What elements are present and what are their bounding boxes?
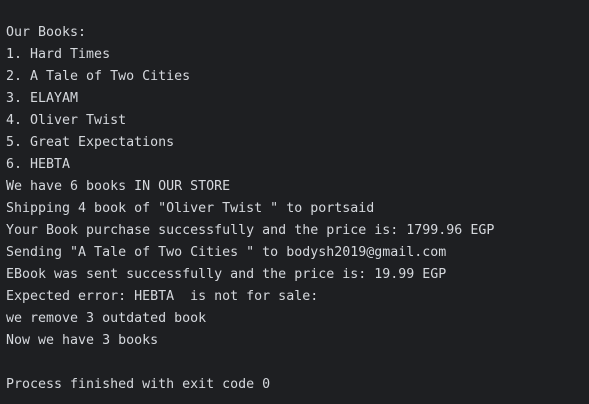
console-line: 5. Great Expectations: [6, 135, 175, 150]
console-line: Sending "A Tale of Two Cities " to bodys…: [6, 245, 447, 260]
console-line: Shipping 4 book of "Oliver Twist " to po…: [6, 201, 375, 216]
console-line: 2. A Tale of Two Cities: [6, 69, 191, 84]
console-line: We have 6 books IN OUR STORE: [6, 179, 231, 194]
console-line: 6. HEBTA: [6, 157, 71, 172]
console-line: EBook was sent successfully and the pric…: [6, 267, 447, 282]
console-line: we remove 3 outdated book: [6, 311, 207, 326]
console-line: 1. Hard Times: [6, 47, 111, 62]
console-line: Your Book purchase successfully and the …: [6, 223, 495, 238]
console-line: Now we have 3 books: [6, 333, 159, 348]
console-output[interactable]: Our Books: 1. Hard Times 2. A Tale of Tw…: [0, 0, 589, 404]
console-line: 3. ELAYAM: [6, 91, 79, 106]
console-exit-line: Process finished with exit code 0: [6, 377, 271, 392]
console-line: 4. Oliver Twist: [6, 113, 127, 128]
console-line: Expected error: HEBTA is not for sale:: [6, 289, 319, 304]
console-line: Our Books:: [6, 25, 87, 40]
